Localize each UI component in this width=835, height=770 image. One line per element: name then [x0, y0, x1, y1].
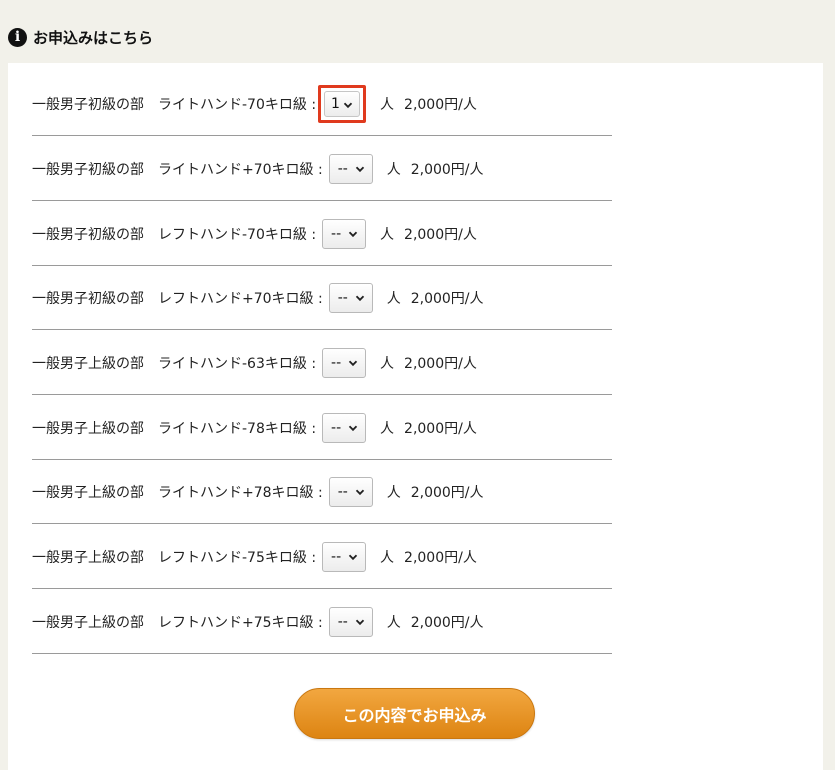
entry-row: 一般男子上級の部 レフトハンド-75キロ級 : -- 人 2,000円/人: [32, 525, 612, 589]
quantity-value: --: [337, 483, 348, 500]
category-label: 一般男子初級の部: [32, 96, 144, 113]
quantity-select[interactable]: --: [328, 606, 373, 637]
quantity-select[interactable]: 1: [318, 84, 367, 123]
chevron-down-icon: [355, 166, 364, 172]
quantity-value: --: [331, 225, 342, 242]
class-label: レフトハンド-70キロ級 :: [158, 226, 317, 243]
price-label: 2,000円/人: [404, 226, 477, 243]
price-label: 2,000円/人: [404, 420, 477, 437]
class-label: レフトハンド+70キロ級 :: [158, 290, 323, 307]
category-label: 一般男子上級の部: [32, 355, 144, 372]
price-label: 2,000円/人: [404, 549, 477, 566]
chevron-down-icon: [348, 231, 358, 237]
price-label: 2,000円/人: [404, 96, 477, 113]
price-label: 2,000円/人: [410, 614, 484, 631]
quantity-value: --: [331, 354, 342, 371]
entry-row: 一般男子上級の部 ライトハンド-78キロ級 : -- 人 2,000円/人: [32, 396, 612, 460]
unit-label: 人: [386, 484, 401, 501]
chevron-down-icon: [355, 619, 364, 625]
entry-row: 一般男子初級の部 レフトハンド+70キロ級 : -- 人 2,000円/人: [32, 266, 612, 330]
entry-row: 一般男子初級の部 ライトハンド-70キロ級 : 1 人 2,000円/人: [32, 72, 612, 136]
quantity-select[interactable]: --: [322, 412, 367, 443]
chevron-down-icon: [348, 360, 358, 366]
price-label: 2,000円/人: [410, 484, 484, 501]
entry-row: 一般男子初級の部 ライトハンド+70キロ級 : -- 人 2,000円/人: [32, 137, 612, 201]
chevron-down-icon: [355, 489, 364, 495]
class-label: ライトハンド+78キロ級 :: [158, 484, 323, 501]
quantity-value: --: [337, 613, 348, 630]
application-panel: 一般男子初級の部 ライトハンド-70キロ級 : 1 人 2,000円/人 一般男…: [8, 63, 823, 770]
quantity-value: --: [331, 419, 342, 436]
unit-label: 人: [380, 420, 395, 437]
category-label: 一般男子初級の部: [32, 290, 144, 307]
category-label: 一般男子上級の部: [32, 614, 144, 631]
chevron-down-icon: [348, 554, 358, 560]
quantity-select[interactable]: --: [322, 541, 367, 572]
quantity-select[interactable]: --: [328, 153, 373, 184]
category-label: 一般男子初級の部: [32, 226, 144, 243]
unit-label: 人: [380, 226, 395, 243]
submit-button[interactable]: この内容でお申込み: [294, 688, 535, 739]
entry-row: 一般男子上級の部 ライトハンド-63キロ級 : -- 人 2,000円/人: [32, 331, 612, 395]
quantity-value: 1: [331, 95, 340, 112]
unit-label: 人: [386, 614, 401, 631]
quantity-select[interactable]: --: [322, 218, 367, 249]
chevron-down-icon: [355, 295, 364, 301]
quantity-value: --: [337, 289, 348, 306]
class-label: ライトハンド+70キロ級 :: [158, 161, 323, 178]
class-label: ライトハンド-63キロ級 :: [158, 355, 317, 372]
entry-row: 一般男子初級の部 レフトハンド-70キロ級 : -- 人 2,000円/人: [32, 202, 612, 266]
chevron-down-icon: [343, 102, 353, 108]
class-label: レフトハンド+75キロ級 :: [158, 614, 323, 631]
chevron-down-icon: [348, 425, 358, 431]
section-header: i お申込みはこちら: [8, 24, 153, 50]
category-label: 一般男子上級の部: [32, 420, 144, 437]
section-title: お申込みはこちら: [33, 28, 154, 47]
unit-label: 人: [386, 161, 401, 178]
unit-label: 人: [380, 96, 395, 113]
entry-row: 一般男子上級の部 レフトハンド+75キロ級 : -- 人 2,000円/人: [32, 590, 612, 654]
category-label: 一般男子初級の部: [32, 161, 144, 178]
category-label: 一般男子上級の部: [32, 484, 144, 501]
class-label: ライトハンド-70キロ級 :: [158, 96, 317, 113]
unit-label: 人: [380, 355, 395, 372]
unit-label: 人: [386, 290, 401, 307]
price-label: 2,000円/人: [410, 161, 484, 178]
quantity-value: --: [331, 548, 342, 565]
quantity-select[interactable]: --: [328, 476, 373, 507]
quantity-select[interactable]: --: [322, 347, 367, 378]
price-label: 2,000円/人: [410, 290, 484, 307]
price-label: 2,000円/人: [404, 355, 477, 372]
info-icon: i: [8, 27, 27, 47]
entry-row: 一般男子上級の部 ライトハンド+78キロ級 : -- 人 2,000円/人: [32, 460, 612, 524]
class-label: ライトハンド-78キロ級 :: [158, 420, 317, 437]
unit-label: 人: [380, 549, 395, 566]
quantity-value: --: [337, 160, 348, 177]
category-label: 一般男子上級の部: [32, 549, 144, 566]
class-label: レフトハンド-75キロ級 :: [158, 549, 317, 566]
quantity-select[interactable]: --: [328, 282, 373, 313]
